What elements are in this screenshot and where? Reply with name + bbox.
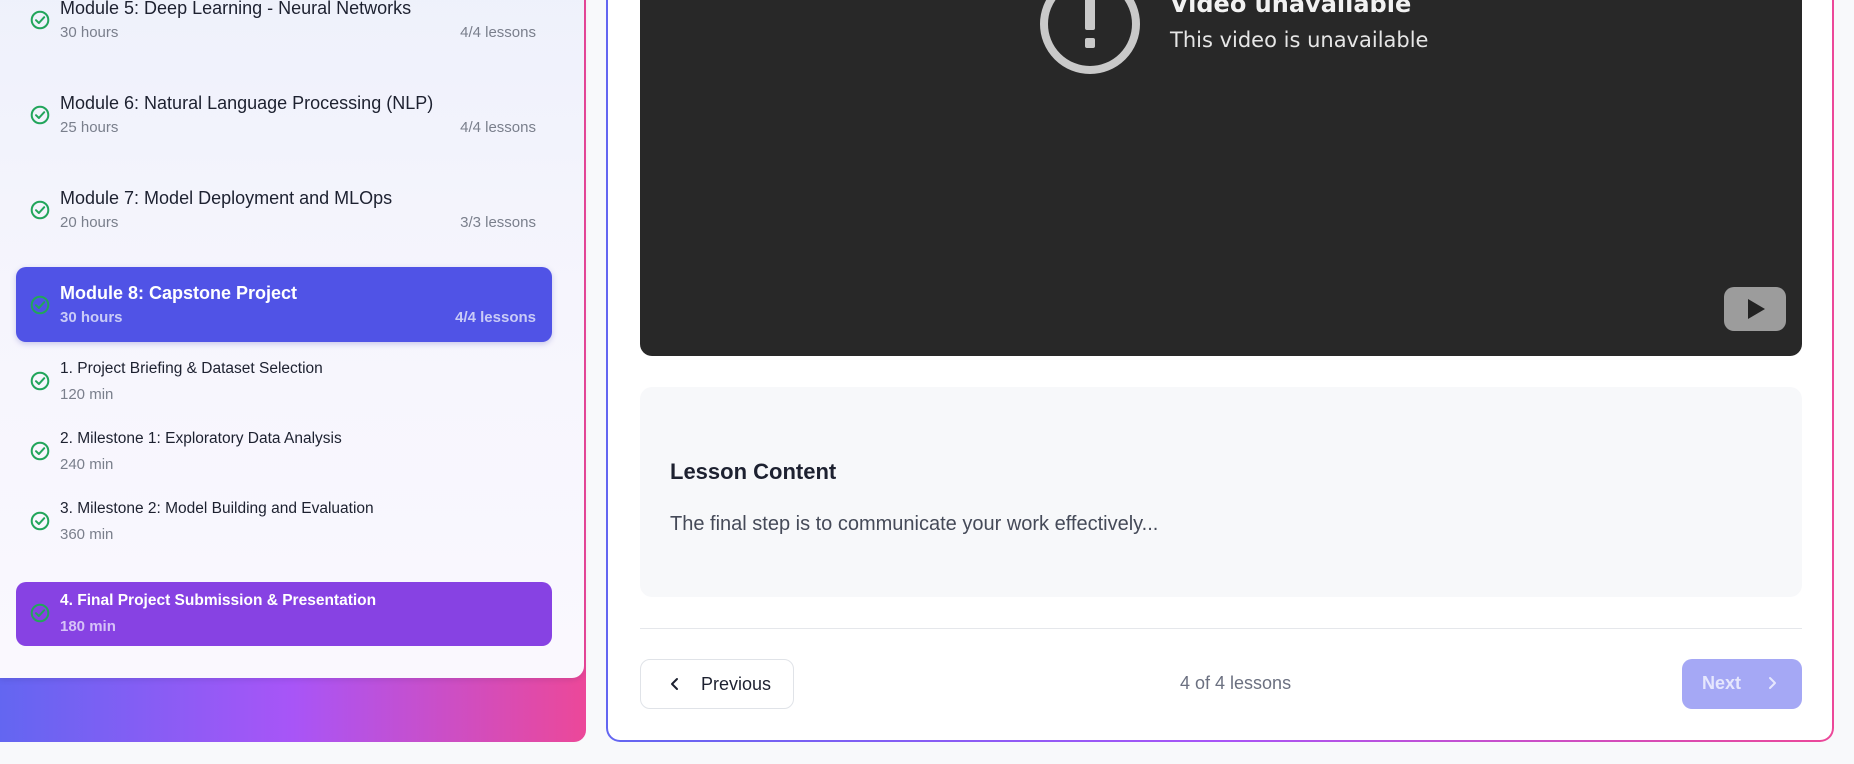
lesson-duration: 180 min <box>60 618 116 635</box>
module-hours: 30 hours <box>60 24 119 41</box>
sidebar-module-5[interactable]: Module 5: Deep Learning - Neural Network… <box>16 0 552 57</box>
lesson-content-body: The final step is to communicate your wo… <box>670 513 1159 535</box>
module-title: Module 6: Natural Language Processing (N… <box>60 93 434 113</box>
lesson-item-4[interactable]: 4. Final Project Submission & Presentati… <box>16 582 552 646</box>
check-circle-icon <box>30 105 50 125</box>
lesson-duration: 120 min <box>60 386 114 403</box>
module-lesson-count: 4/4 lessons <box>455 309 536 326</box>
lesson-item-3[interactable]: 3. Milestone 2: Model Building and Evalu… <box>16 490 552 554</box>
lesson-title: 1. Project Briefing & Dataset Selection <box>60 360 323 377</box>
course-sidebar: Module 5: Deep Learning - Neural Network… <box>0 0 584 678</box>
lesson-duration: 240 min <box>60 456 114 473</box>
previous-button[interactable]: Previous <box>640 659 794 709</box>
video-error-subtitle: This video is unavailable <box>1170 28 1429 52</box>
module-lesson-count: 3/3 lessons <box>460 214 536 231</box>
module-hours: 30 hours <box>60 309 123 326</box>
next-button[interactable]: Next <box>1682 659 1802 709</box>
check-circle-icon <box>30 295 50 315</box>
lesson-title: 3. Milestone 2: Model Building and Evalu… <box>60 500 374 517</box>
lesson-content-card: Lesson Content The final step is to comm… <box>640 387 1802 597</box>
alert-circle-icon <box>1040 0 1140 74</box>
lesson-title: 4. Final Project Submission & Presentati… <box>60 592 377 609</box>
module-title: Module 7: Model Deployment and MLOps <box>60 188 393 208</box>
previous-button-label: Previous <box>701 674 772 694</box>
lesson-content-heading: Lesson Content <box>670 459 837 484</box>
module-lesson-count: 4/4 lessons <box>460 119 536 136</box>
check-circle-icon <box>30 371 50 391</box>
lesson-progress-text: 4 of 4 lessons <box>1180 673 1292 693</box>
check-circle-icon <box>30 200 50 220</box>
video-error-title: Video unavailable <box>1170 0 1412 18</box>
check-circle-icon <box>30 511 50 531</box>
video-player[interactable]: Video unavailable This video is unavaila… <box>640 0 1802 356</box>
chevron-right-icon <box>1769 677 1776 689</box>
lesson-item-1[interactable]: 1. Project Briefing & Dataset Selection … <box>16 350 552 414</box>
youtube-play-button[interactable] <box>1724 287 1786 331</box>
next-button-label: Next <box>1702 673 1742 693</box>
check-circle-icon <box>30 441 50 461</box>
module-hours: 20 hours <box>60 214 119 231</box>
sidebar-module-7[interactable]: Module 7: Model Deployment and MLOps 20 … <box>16 172 552 247</box>
play-icon <box>1748 299 1765 319</box>
lesson-item-2[interactable]: 2. Milestone 1: Exploratory Data Analysi… <box>16 420 552 484</box>
check-circle-icon <box>30 603 50 623</box>
module-title: Module 8: Capstone Project <box>60 283 298 303</box>
divider <box>640 628 1802 629</box>
check-circle-icon <box>30 10 50 30</box>
sidebar-module-6[interactable]: Module 6: Natural Language Processing (N… <box>16 77 552 152</box>
module-hours: 25 hours <box>60 119 119 136</box>
lesson-duration: 360 min <box>60 526 114 543</box>
lesson-title: 2. Milestone 1: Exploratory Data Analysi… <box>60 430 342 447</box>
module-lesson-count: 4/4 lessons <box>460 24 536 41</box>
chevron-left-icon <box>671 678 678 690</box>
module-title: Module 5: Deep Learning - Neural Network… <box>60 0 412 18</box>
sidebar-module-8[interactable]: Module 8: Capstone Project 30 hours 4/4 … <box>16 267 552 342</box>
